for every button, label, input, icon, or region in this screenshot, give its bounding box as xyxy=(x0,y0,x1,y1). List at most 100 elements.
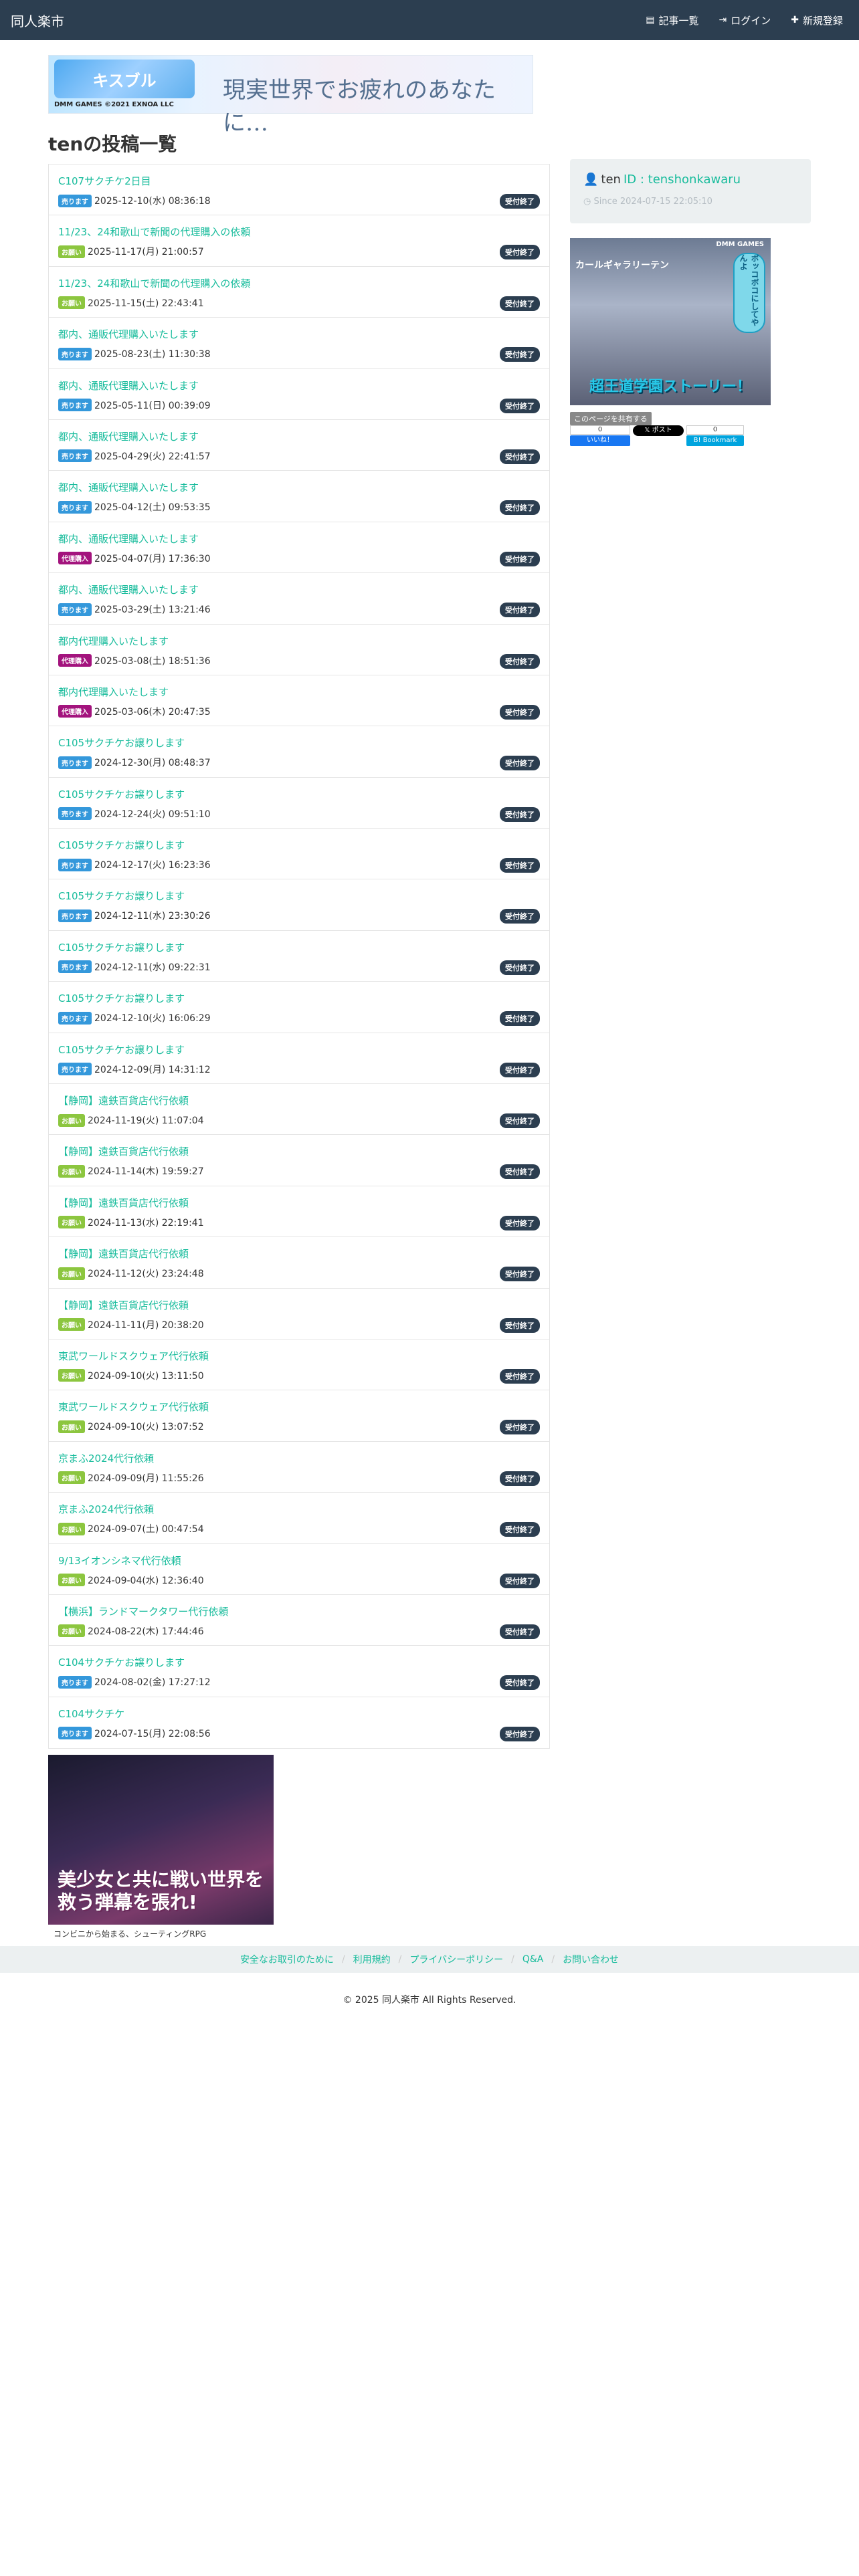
post-title-link[interactable]: 都内代理購入いたします xyxy=(58,634,169,648)
post-title-link[interactable]: 【静岡】遠鉄百貨店代行依頼 xyxy=(58,1093,189,1107)
post-title-link[interactable]: 9/13イオンシネマ代行依頼 xyxy=(58,1553,181,1568)
post-meta: お願い 2024-11-11(月) 20:38:20 xyxy=(58,1318,204,1331)
post-title-link[interactable]: 都内、通販代理購入いたします xyxy=(58,327,199,341)
post-title-link[interactable]: 【静岡】遠鉄百貨店代行依頼 xyxy=(58,1144,189,1158)
post-title-link[interactable]: 都内代理購入いたします xyxy=(58,685,169,699)
post-tag: 売ります xyxy=(58,858,92,871)
user-icon: 👤 xyxy=(583,173,599,187)
post-date: 2024-11-19(火) 11:07:04 xyxy=(88,1115,204,1127)
post-title-link[interactable]: 京まふ2024代行依頼 xyxy=(58,1502,154,1516)
login-icon: ⇥ xyxy=(719,15,727,25)
brand-logo[interactable]: 同人楽市 xyxy=(11,11,64,30)
post-date: 2025-04-12(土) 09:53:35 xyxy=(94,502,211,514)
post-tag: お願い xyxy=(58,245,85,258)
post-title-link[interactable]: 都内、通販代理購入いたします xyxy=(58,429,199,443)
ad-side-maker: DMM GAMES xyxy=(716,241,764,248)
ad-bottom-title: 美少女と共に戦い世界を救う弾幕を張れ! xyxy=(58,1868,264,1913)
post-date: 2025-05-11(日) 00:39:09 xyxy=(94,400,211,411)
post-title-link[interactable]: 都内、通販代理購入いたします xyxy=(58,480,199,494)
post-meta: お願い 2024-09-10(火) 13:11:50 xyxy=(58,1369,204,1382)
facebook-like-label: いいね！ xyxy=(587,437,613,444)
status-badge: 受付終了 xyxy=(500,1317,540,1333)
nav-article-list[interactable]: ▤ 記事一覧 xyxy=(646,13,698,27)
post-title-link[interactable]: 都内、通販代理購入いたします xyxy=(58,532,199,546)
post-title-link[interactable]: C105サクチケお譲りします xyxy=(58,889,185,903)
post-title-link[interactable]: C105サクチケお譲りします xyxy=(58,991,185,1005)
share-label: このページを共有する xyxy=(570,412,652,425)
post-item: 【静岡】遠鉄百貨店代行依頼 お願い 2024-11-19(火) 11:07:04 受付… xyxy=(49,1084,549,1136)
post-title-link[interactable]: 東武ワールドスクウェア代行依頼 xyxy=(58,1400,209,1414)
post-meta: 売ります 2024-12-17(火) 16:23:36 xyxy=(58,858,211,871)
footer-link[interactable]: Q&A xyxy=(522,1954,544,1965)
hatena-bookmark-button[interactable]: B! Bookmark xyxy=(686,435,744,446)
profile-since-text: Since 2024-07-15 22:05:10 xyxy=(593,197,712,207)
post-date: 2025-04-07(月) 17:36:30 xyxy=(94,553,211,564)
ad-banner-top[interactable]: キスブル DMM GAMES ©2021 EXNOA LLC 現実世界でお疲れの… xyxy=(48,55,533,136)
post-date: 2024-09-09(月) 11:55:26 xyxy=(88,1473,204,1484)
post-title-link[interactable]: 【静岡】遠鉄百貨店代行依頼 xyxy=(58,1196,189,1210)
post-item: 都内、通販代理購入いたします 売ります 2025-05-11(日) 00:39:09… xyxy=(49,369,549,420)
footer-link[interactable]: 利用規約 xyxy=(353,1953,391,1966)
post-title-link[interactable]: C105サクチケお譲りします xyxy=(58,736,185,750)
nav-register[interactable]: ✚ 新規登録 xyxy=(791,13,843,27)
status-badge: 受付終了 xyxy=(500,603,540,618)
footer-link[interactable]: プライバシーポリシー xyxy=(409,1953,503,1966)
post-tag: 売ります xyxy=(58,500,92,514)
post-title-link[interactable]: 東武ワールドスクウェア代行依頼 xyxy=(58,1349,209,1363)
post-title-link[interactable]: C105サクチケお譲りします xyxy=(58,838,185,852)
profile-name: 👤 ten ID : tenshonkawaru xyxy=(583,173,741,187)
status-badge: 受付終了 xyxy=(500,449,540,464)
post-title-link[interactable]: 【静岡】遠鉄百貨店代行依頼 xyxy=(58,1298,189,1312)
status-badge: 受付終了 xyxy=(500,909,540,924)
post-item: 【静岡】遠鉄百貨店代行依頼 お願い 2024-11-12(火) 23:24:48 受付… xyxy=(49,1237,549,1289)
post-meta: 売ります 2025-04-29(火) 22:41:57 xyxy=(58,449,211,463)
post-title-link[interactable]: C105サクチケお譲りします xyxy=(58,1043,185,1057)
post-item: C104サクチケ 売ります 2024-07-15(月) 22:08:56 受付終了 xyxy=(49,1697,549,1748)
post-title-link[interactable]: 11/23、24和歌山で新聞の代理購入の依頼 xyxy=(58,276,250,290)
facebook-like-button[interactable]: いいね！ xyxy=(570,435,630,446)
status-badge: 受付終了 xyxy=(500,1011,540,1027)
x-share[interactable]: 𝕏 ポスト xyxy=(633,425,684,436)
post-tag: 売ります xyxy=(58,960,92,974)
status-badge: 受付終了 xyxy=(500,1368,540,1384)
post-title-link[interactable]: C105サクチケお譲りします xyxy=(58,787,185,801)
post-title-link[interactable]: 【横浜】ランドマークタワー代行依頼 xyxy=(58,1604,228,1618)
hatena-share[interactable]: 0 B! Bookmark xyxy=(686,425,744,446)
copyright: © 2025 同人楽市 All Rights Reserved. xyxy=(343,1995,516,2006)
footer-link[interactable]: 安全なお取引のために xyxy=(240,1953,334,1966)
post-title-link[interactable]: C107サクチケ2日目 xyxy=(58,174,151,188)
post-item: C105サクチケお譲りします 売ります 2024-12-11(水) 23:30:26… xyxy=(49,879,549,931)
post-tag: 売ります xyxy=(58,347,92,360)
post-tag: 代理購入 xyxy=(58,552,92,565)
post-date: 2024-12-11(水) 23:30:26 xyxy=(94,911,211,922)
post-item: 都内代理購入いたします 代理購入 2025-03-08(土) 18:51:36 受付終… xyxy=(49,625,549,675)
x-post-button[interactable]: 𝕏 ポスト xyxy=(633,425,684,436)
post-title-link[interactable]: C104サクチケ xyxy=(58,1707,124,1721)
ad-banner-bottom[interactable]: 美少女と共に戦い世界を救う弾幕を張れ! コンビニから始まる、シューティングRPG xyxy=(48,1755,274,1942)
ad-bottom-caption: コンビニから始まる、シューティングRPG xyxy=(48,1925,274,1942)
post-title-link[interactable]: 【静岡】遠鉄百貨店代行依頼 xyxy=(58,1247,189,1261)
status-badge: 受付終了 xyxy=(500,296,540,311)
post-item: 【静岡】遠鉄百貨店代行依頼お願い 2024-11-11(月) 20:38:20 受付… xyxy=(49,1289,549,1339)
post-meta: 売ります 2024-12-09(月) 14:31:12 xyxy=(58,1063,211,1076)
profile-id-link[interactable]: ID : tenshonkawaru xyxy=(624,173,741,187)
status-badge: 受付終了 xyxy=(500,1164,540,1180)
post-title-link[interactable]: 都内、通販代理購入いたします xyxy=(58,582,199,597)
post-title-link[interactable]: C104サクチケお譲りします xyxy=(58,1655,185,1669)
post-title-link[interactable]: 都内、通販代理購入いたします xyxy=(58,379,199,393)
facebook-share[interactable]: 0 いいね！ xyxy=(570,425,630,446)
post-meta: 売ります 2024-07-15(月) 22:08:56 xyxy=(58,1727,211,1740)
nav-login[interactable]: ⇥ ログイン xyxy=(719,13,771,27)
post-tag: 売ります xyxy=(58,399,92,412)
post-item: 都内、通販代理購入いたします 売ります 2025-03-29(土) 13:21:46… xyxy=(49,573,549,625)
post-title-link[interactable]: 京まふ2024代行依頼 xyxy=(58,1451,154,1465)
hatena-count: 0 xyxy=(686,425,744,435)
footer-link[interactable]: お問い合わせ xyxy=(563,1953,619,1966)
post-item: C105サクチケお譲りします売ります 2024-12-09(月) 14:31:12… xyxy=(49,1033,549,1085)
post-title-link[interactable]: C105サクチケお譲りします xyxy=(58,940,185,954)
ad-banner-side[interactable]: DMM GAMES カールギャラリーテン ボッコボコにしてやんよ 超王道学園スト… xyxy=(570,238,771,405)
post-tag: 代理購入 xyxy=(58,654,92,667)
post-tag: 売ります xyxy=(58,909,92,922)
post-title-link[interactable]: 11/23、24和歌山で新聞の代理購入の依頼 xyxy=(58,225,250,239)
post-meta: お願い 2024-11-13(水) 22:19:41 xyxy=(58,1216,204,1229)
